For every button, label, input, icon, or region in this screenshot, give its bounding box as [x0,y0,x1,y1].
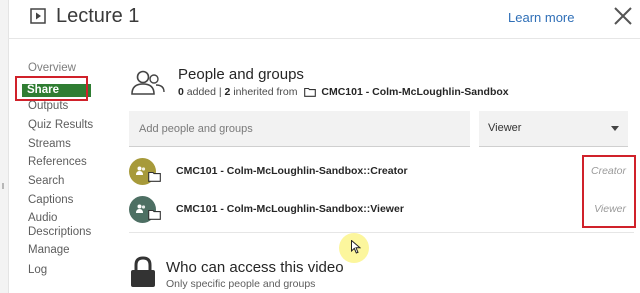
summary-separator: | [218,86,222,98]
share-highlight-box [15,76,88,101]
added-text: added [186,86,216,98]
sidebar-item-outputs[interactable]: Outputs [28,100,68,112]
group-icon [136,166,146,175]
people-and-groups-heading: People and groups [178,66,304,83]
close-icon[interactable] [612,5,634,32]
header: Lecture 1 Learn more [8,0,640,39]
sidebar-item-quiz-results[interactable]: Quiz Results [28,119,93,131]
inherited-folder-name[interactable]: CMC101 - Colm-McLoughlin-Sandbox [321,86,508,98]
sidebar-item-search[interactable]: Search [28,175,64,187]
section-divider [129,232,634,233]
inheritance-summary: 0 added | 2 inherited from CMC101 - Colm… [178,86,509,100]
learn-more-link[interactable]: Learn more [508,10,574,25]
sidebar-item-overview[interactable]: Overview [28,62,76,74]
folder-icon [148,171,161,182]
inherited-text: inherited from [233,86,298,98]
group-icon [136,204,146,213]
added-count: 0 [178,86,184,98]
group-name: CMC101 - Colm-McLoughlin-Sandbox::Creato… [176,165,408,177]
add-people-input[interactable] [129,111,470,147]
sidebar-item-audio-descriptions[interactable]: Audio Descriptions [28,211,102,239]
sidebar-item-log[interactable]: Log [28,264,47,276]
chevron-down-icon [611,126,619,131]
group-name: CMC101 - Colm-McLoughlin-Sandbox::Viewer [176,203,404,215]
group-avatar [129,196,161,223]
folder-icon [304,87,317,100]
inherited-count: 2 [224,86,231,98]
lock-icon [130,256,156,293]
people-icon [130,70,166,101]
role-dropdown[interactable]: Viewer [479,111,628,147]
sidebar-item-manage[interactable]: Manage [28,244,70,256]
list-item: CMC101 - Colm-McLoughlin-Sandbox::Creato… [129,155,634,189]
page-title: Lecture 1 [56,5,140,27]
sidebar-item-captions[interactable]: Captions [28,194,73,206]
folder-icon [148,209,161,220]
play-box-icon [30,8,46,29]
resize-mark [2,183,4,189]
access-heading: Who can access this video [166,259,344,276]
roles-highlight-box [582,155,636,228]
role-dropdown-value: Viewer [488,122,522,134]
access-subtitle: Only specific people and groups [166,278,316,290]
sidebar-item-streams[interactable]: Streams [28,138,71,150]
list-item: CMC101 - Colm-McLoughlin-Sandbox::Viewer… [129,193,634,227]
sidebar-item-references[interactable]: References [28,156,87,168]
mouse-pointer-icon [351,239,362,259]
group-avatar [129,158,161,185]
